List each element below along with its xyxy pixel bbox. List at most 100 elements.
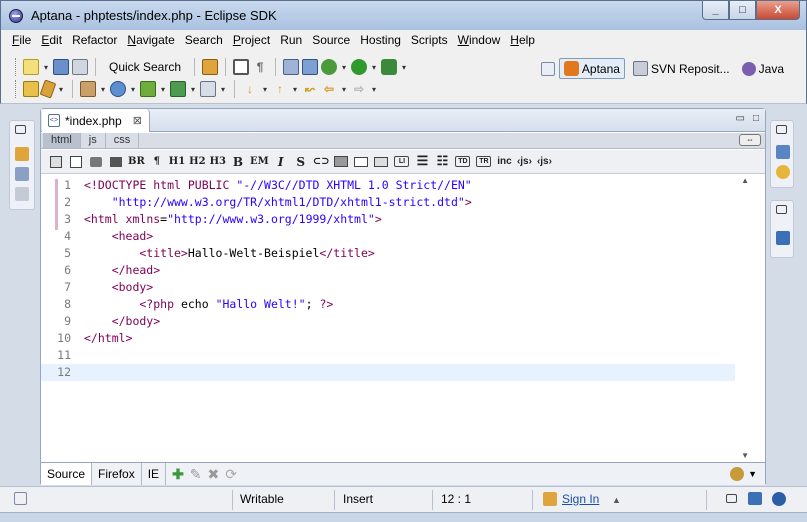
table-cell-button[interactable]: TD	[455, 156, 471, 167]
globe-icon[interactable]	[110, 81, 126, 97]
run-dropdown-icon[interactable]: ▾	[370, 63, 378, 72]
mail-icon[interactable]	[352, 153, 370, 170]
code-line[interactable]: 1 <!DOCTYPE html PUBLIC "-//W3C//DTD XHTM…	[41, 177, 737, 194]
puzzle-icon[interactable]	[140, 81, 156, 97]
settings-gear-icon[interactable]	[730, 467, 745, 481]
code-editor[interactable]: 1 <!DOCTYPE html PUBLIC "-//W3C//DTD XHTM…	[41, 176, 765, 462]
restore-icon[interactable]	[776, 205, 787, 214]
home-icon[interactable]	[80, 81, 96, 97]
tab-ie[interactable]: IE	[142, 463, 167, 485]
debug-icon[interactable]	[321, 59, 338, 75]
menu-window[interactable]: Window	[453, 30, 506, 50]
restore-icon[interactable]	[776, 125, 787, 134]
external-tools-icon[interactable]	[283, 59, 300, 75]
subtab-css[interactable]: css	[106, 133, 140, 148]
subtab-js[interactable]: js	[81, 133, 106, 148]
run-external-icon[interactable]	[381, 59, 398, 75]
ordered-list-icon[interactable]: ☰	[413, 153, 431, 170]
code-line[interactable]: 3 <html xmlns="http://www.w3.org/1999/xht…	[41, 211, 737, 228]
scroll-down-icon[interactable]: ▼	[741, 451, 749, 460]
code-line[interactable]: 4 <head>	[41, 228, 737, 245]
debug-dropdown-icon[interactable]: ▾	[340, 63, 348, 72]
forward-dropdown-icon[interactable]: ▾	[370, 85, 378, 94]
script-src-button[interactable]: ‹js›	[535, 153, 553, 170]
print-icon[interactable]	[72, 59, 88, 75]
window-dropdown-icon[interactable]: ▾	[219, 85, 227, 94]
next-annotation-dropdown-icon[interactable]: ▾	[261, 85, 269, 94]
perspective-aptana[interactable]: Aptana	[558, 58, 625, 79]
frame-icon[interactable]	[67, 153, 85, 170]
menu-help[interactable]: Help	[505, 30, 540, 50]
vertical-scrollbar[interactable]: ▲ ▼	[735, 176, 765, 462]
last-edit-icon[interactable]: ↜	[302, 81, 318, 97]
restore-icon[interactable]	[726, 494, 737, 503]
previous-annotation-dropdown-icon[interactable]: ▾	[291, 85, 299, 94]
unordered-list-icon[interactable]: ☷	[433, 153, 451, 170]
format-h3-button[interactable]: H3	[209, 153, 227, 170]
next-annotation-icon[interactable]: ↓	[242, 81, 258, 97]
list-item-button[interactable]: LI	[394, 156, 410, 167]
code-line[interactable]: 5 <title>Hallo-Welt-Beispiel</title>	[41, 245, 737, 262]
table-icon[interactable]	[47, 153, 65, 170]
wand-icon[interactable]	[39, 79, 57, 99]
pilcrow-icon[interactable]: ¶	[252, 59, 268, 75]
format-strike-button[interactable]: S	[292, 153, 310, 170]
refresh-preview-icon[interactable]: ⟳	[225, 466, 237, 483]
forward-icon[interactable]: ⇨	[351, 81, 367, 97]
save-icon[interactable]	[53, 59, 69, 75]
menu-refactor[interactable]: Refactor	[67, 30, 122, 50]
code-line[interactable]: 12	[41, 364, 737, 381]
open-perspective-icon[interactable]	[540, 61, 555, 76]
plugin-dropdown-icon[interactable]: ▾	[189, 85, 197, 94]
add-preview-icon[interactable]: ✚	[172, 466, 184, 483]
home-dropdown-icon[interactable]: ▾	[99, 85, 107, 94]
globe-dropdown-icon[interactable]: ▾	[129, 85, 137, 94]
console-icon[interactable]	[748, 492, 762, 505]
format-italic-button[interactable]: I	[272, 153, 290, 170]
maximize-button[interactable]: □	[729, 1, 756, 20]
format-h1-button[interactable]: H1	[168, 153, 186, 170]
plugin-icon[interactable]	[170, 81, 186, 97]
maximize-editor-icon[interactable]: □	[753, 113, 759, 124]
open-folder-icon[interactable]	[23, 81, 39, 97]
back-dropdown-icon[interactable]: ▾	[340, 85, 348, 94]
code-line[interactable]: 7 <body>	[41, 279, 737, 296]
format-bold-button[interactable]: B	[229, 153, 247, 170]
close-tab-icon[interactable]: ⊠	[133, 114, 142, 127]
image-icon[interactable]	[332, 153, 350, 170]
run-external-dropdown-icon[interactable]: ▾	[400, 63, 408, 72]
tasks-icon[interactable]	[772, 492, 786, 506]
include-button[interactable]: inc	[495, 153, 513, 170]
new-dropdown-icon[interactable]: ▾	[42, 63, 50, 72]
anchor-icon[interactable]	[372, 153, 390, 170]
menu-hosting[interactable]: Hosting	[355, 30, 406, 50]
wand-dropdown-icon[interactable]: ▾	[57, 85, 65, 94]
sign-in-link[interactable]: Sign In	[562, 492, 599, 506]
menu-source[interactable]: Source	[307, 30, 355, 50]
subtab-html[interactable]: html	[43, 133, 81, 148]
copy-icon[interactable]	[15, 187, 29, 201]
menu-run[interactable]: Run	[275, 30, 307, 50]
show-whitespace-icon[interactable]	[233, 59, 250, 75]
code-line[interactable]: 9 </body>	[41, 313, 737, 330]
outline-icon[interactable]	[15, 167, 29, 181]
swap-panes-icon[interactable]: ⇔	[739, 134, 761, 146]
settings-dropdown-icon[interactable]: ▼	[748, 469, 757, 479]
run-icon[interactable]	[351, 59, 368, 75]
puzzle-dropdown-icon[interactable]: ▾	[159, 85, 167, 94]
layer-icon[interactable]	[87, 153, 105, 170]
minimize-editor-icon[interactable]: ▭	[736, 113, 745, 124]
menu-scripts[interactable]: Scripts	[406, 30, 453, 50]
back-icon[interactable]: ⇦	[321, 81, 337, 97]
code-line[interactable]: 10 </html>	[41, 330, 737, 347]
window-icon[interactable]	[200, 81, 216, 97]
close-button[interactable]: X	[756, 1, 800, 20]
menu-search[interactable]: Search	[180, 30, 228, 50]
restore-icon[interactable]	[15, 125, 26, 134]
link-icon[interactable]: ⊂⊃	[312, 153, 331, 170]
sign-in-dropdown-icon[interactable]: ▲	[612, 495, 621, 505]
outline-view-icon[interactable]	[776, 145, 790, 159]
perspective-svn[interactable]: SVN Reposit...	[629, 59, 734, 78]
remove-preview-icon[interactable]: ✖	[208, 466, 220, 483]
menu-navigate[interactable]: Navigate	[122, 30, 179, 50]
